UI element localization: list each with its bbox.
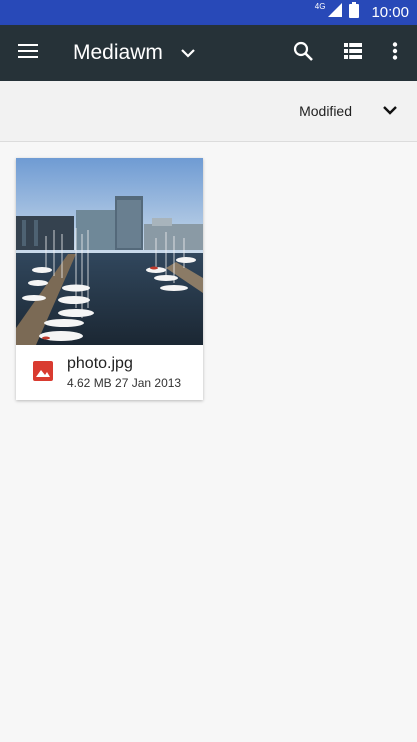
sort-label[interactable]: Modified [299, 81, 352, 141]
app-toolbar: Mediawm [0, 25, 417, 81]
search-icon [293, 41, 313, 66]
toolbar-title[interactable]: Mediawm [73, 25, 195, 81]
sort-bar: Modified [0, 81, 417, 142]
chevron-down-icon[interactable] [181, 48, 195, 58]
search-button[interactable] [281, 25, 325, 81]
image-icon [33, 361, 53, 381]
battery-icon [349, 2, 360, 23]
file-meta: 4.62 MB 27 Jan 2013 [67, 376, 181, 390]
file-size: 4.62 MB [67, 376, 112, 390]
sort-dropdown-button[interactable] [383, 81, 397, 141]
file-name: photo.jpg [67, 355, 133, 372]
chevron-down-icon [383, 102, 397, 120]
signal-icon [327, 2, 343, 23]
status-bar: 4G 10:00 [0, 0, 417, 25]
more-options-button[interactable] [378, 25, 412, 81]
menu-icon [18, 43, 38, 64]
photo-thumbnail [16, 158, 203, 345]
clock: 10:00 [371, 4, 409, 21]
list-view-icon [344, 42, 362, 64]
network-type-label: 4G [314, 2, 326, 11]
more-vert-icon [392, 41, 398, 65]
file-date: 27 Jan 2013 [115, 376, 182, 390]
menu-button[interactable] [6, 25, 50, 81]
file-card[interactable]: photo.jpg 4.62 MB 27 Jan 2013 [16, 158, 203, 400]
page-title: Mediawm [73, 41, 163, 64]
status-icons: 4G 10:00 [315, 0, 409, 25]
list-view-button[interactable] [331, 25, 375, 81]
